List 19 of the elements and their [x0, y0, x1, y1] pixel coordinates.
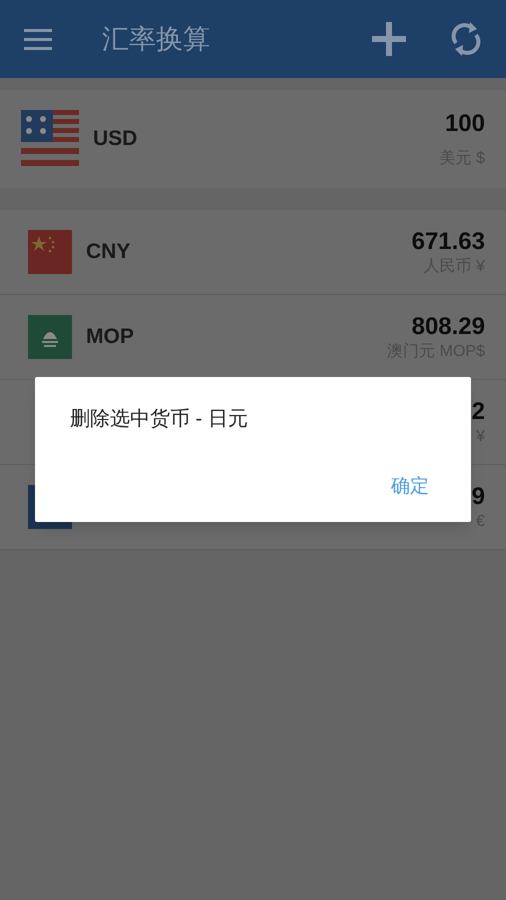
menu-icon[interactable] — [24, 28, 54, 50]
refresh-icon[interactable] — [450, 21, 482, 57]
confirm-button[interactable]: 确定 — [379, 469, 441, 506]
currency-code: MOP — [86, 324, 134, 350]
dialog-message: 删除选中货币 - 日元 — [70, 408, 248, 430]
amount: 2 — [472, 397, 485, 427]
add-icon[interactable] — [372, 22, 406, 56]
flag-icon — [28, 315, 72, 359]
amount: 100 — [444, 109, 485, 139]
currency-code: CNY — [86, 239, 130, 266]
currency-name: € — [476, 512, 485, 532]
app-title: 汇率换算 — [102, 22, 210, 56]
flag-icon — [28, 230, 72, 274]
amount: 671.63 — [412, 227, 485, 257]
currency-code: USD — [93, 126, 138, 152]
currency-name: ¥ — [476, 427, 485, 447]
flag-icon — [21, 110, 79, 168]
amount: 808.29 — [412, 312, 485, 342]
amount: 9 — [472, 482, 485, 512]
